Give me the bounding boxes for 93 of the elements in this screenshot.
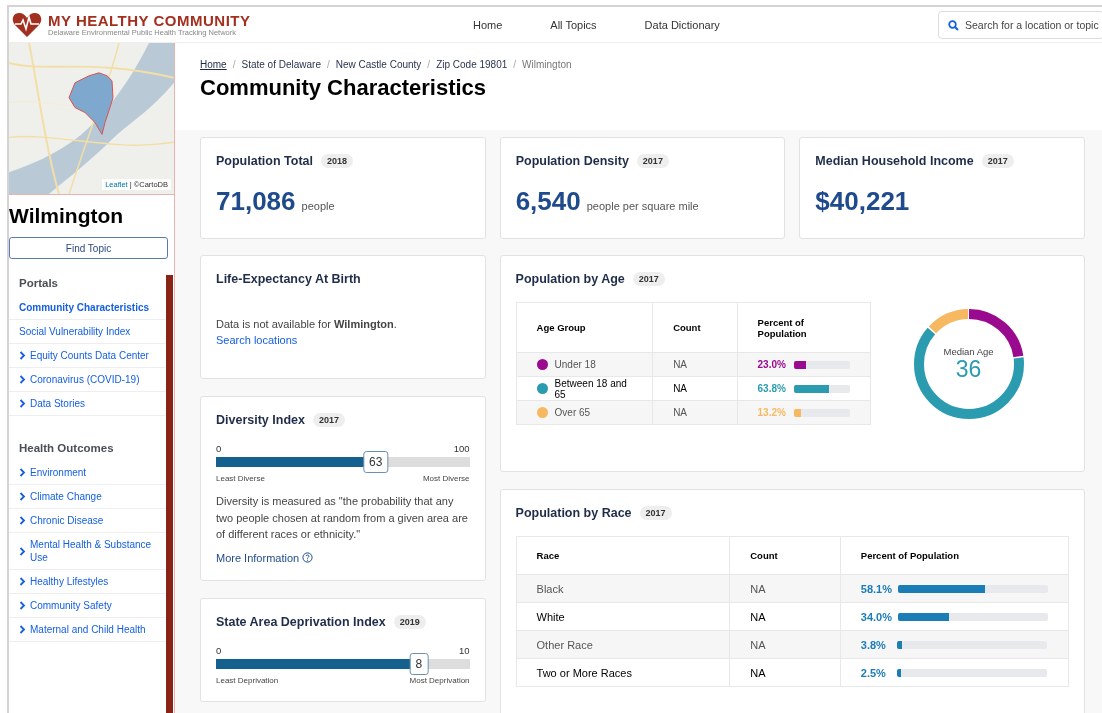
- help-icon: [302, 552, 314, 563]
- table-cell: Under 18: [554, 359, 596, 370]
- nav-link[interactable]: Home: [449, 18, 527, 31]
- chevron-icon: [19, 516, 26, 525]
- year-badge: 2017: [639, 506, 672, 520]
- table-cell-text: Between 18 and 65: [554, 377, 628, 400]
- table-cell: Two or More Races: [516, 658, 730, 687]
- card-title: Population Total: [216, 154, 313, 168]
- card-title: State Area Deprivation Index: [216, 614, 386, 629]
- breadcrumb-item[interactable]: New Castle County: [335, 59, 422, 70]
- stat-unit: people: [301, 200, 335, 212]
- description-text: Diversity is measured as "the probability that any two people chosen at random from a given area are of different races or ethnicity.": [216, 494, 469, 542]
- heart-logo-icon: [12, 11, 42, 38]
- percent-value: 23.0%: [757, 359, 787, 370]
- chevron-icon: [19, 351, 26, 360]
- message-text: Data is not available for Wilmington. Search locations: [216, 317, 398, 348]
- scale-max: 100: [453, 443, 470, 454]
- page-title: Community Characteristics: [200, 75, 488, 101]
- year-badge: 2017: [981, 154, 1014, 168]
- value-marker: 63: [363, 451, 389, 473]
- median-label: Median Age: [943, 346, 994, 357]
- card-title: Diversity Index: [216, 413, 305, 427]
- stat-value: $40,221: [815, 186, 910, 217]
- search-field[interactable]: Search for a location or topic: [938, 10, 1102, 39]
- scale-label: Least Deprivation: [216, 675, 279, 685]
- percent-value: 13.2%: [757, 407, 787, 418]
- search-locations-link[interactable]: Search locations: [216, 334, 298, 346]
- table-cell: NA: [729, 602, 841, 631]
- breadcrumb-item[interactable]: State of Delaware: [241, 59, 321, 70]
- table-cell: Other Race: [516, 630, 730, 659]
- scale-max: 10: [459, 644, 470, 656]
- section-heading: Health Outcomes: [19, 441, 115, 456]
- percent-value: 2.5%: [860, 666, 887, 679]
- location-title: Wilmington: [9, 203, 125, 229]
- stat-unit: people per square mile: [586, 200, 699, 212]
- percent-value: 34.0%: [860, 610, 892, 623]
- section-heading: Portals: [19, 276, 59, 291]
- table-cell: NA: [729, 630, 841, 659]
- year-badge: 2017: [632, 272, 665, 286]
- breadcrumb-separator: /: [326, 59, 330, 70]
- scale-label: Least Diverse: [216, 474, 265, 483]
- column-header: Count: [652, 302, 738, 353]
- stat-value: 71,086: [216, 186, 296, 217]
- column-header: Percent of Population: [737, 302, 871, 353]
- card-title: Population by Age: [515, 272, 625, 286]
- scale-min: 0: [216, 443, 222, 454]
- table-cell: NA: [729, 574, 841, 603]
- card-title: Population Density: [515, 154, 629, 168]
- search-icon: [948, 19, 959, 31]
- chevron-icon: [19, 492, 26, 501]
- year-badge: 2019: [393, 614, 426, 629]
- scale-label: Most Deprivation: [409, 675, 470, 685]
- nav-link[interactable]: All Topics: [526, 18, 621, 31]
- card-title: Population by Race: [515, 506, 632, 520]
- column-header: Race: [516, 536, 730, 575]
- breadcrumb-item[interactable]: Home: [200, 59, 227, 70]
- chevron-icon: [19, 625, 26, 634]
- chevron-icon: [19, 399, 26, 408]
- table-cell: White: [516, 602, 730, 631]
- percent-value: 58.1%: [860, 582, 892, 595]
- breadcrumb-item[interactable]: Zip Code 19801: [436, 59, 508, 70]
- percent-value: 3.8%: [860, 638, 887, 651]
- breadcrumb-item: Wilmington: [522, 59, 572, 70]
- table-cell: Over 65: [554, 407, 591, 418]
- median-value: 36: [955, 357, 982, 381]
- column-header: Age Group: [516, 302, 653, 353]
- logo-title: MY HEALTHY COMMUNITY: [48, 12, 251, 28]
- chevron-icon: [19, 375, 26, 384]
- value-marker: 8: [409, 652, 429, 675]
- percent-value: 63.8%: [757, 383, 787, 394]
- find-topic-button[interactable]: Find Topic: [9, 237, 168, 259]
- table-cell: NA: [729, 658, 841, 687]
- column-header: Percent of Population: [840, 536, 1069, 575]
- breadcrumb-separator: /: [232, 59, 236, 70]
- year-badge: 2018: [321, 154, 353, 168]
- chevron-icon: [19, 577, 26, 586]
- more-information-link[interactable]: More Information: [216, 551, 314, 564]
- chevron-icon: [19, 546, 26, 556]
- chevron-icon: [19, 601, 26, 610]
- scrollbar-thumb[interactable]: [166, 275, 173, 713]
- column-header: Count: [729, 536, 841, 575]
- scale-min: 0: [216, 644, 222, 656]
- chevron-icon: [19, 468, 26, 477]
- year-badge: 2017: [312, 413, 345, 427]
- card-title: Median Household Income: [815, 154, 974, 168]
- scale-label: Most Diverse: [422, 474, 470, 483]
- stat-value: 6,540: [515, 186, 581, 217]
- card-title: Life-Expectancy At Birth: [216, 272, 361, 286]
- nav-link[interactable]: Data Dictionary: [620, 18, 744, 31]
- year-badge: 2017: [636, 154, 669, 168]
- breadcrumb-separator: /: [427, 59, 431, 70]
- breadcrumb-separator: /: [513, 59, 517, 70]
- table-cell: Black: [516, 574, 730, 603]
